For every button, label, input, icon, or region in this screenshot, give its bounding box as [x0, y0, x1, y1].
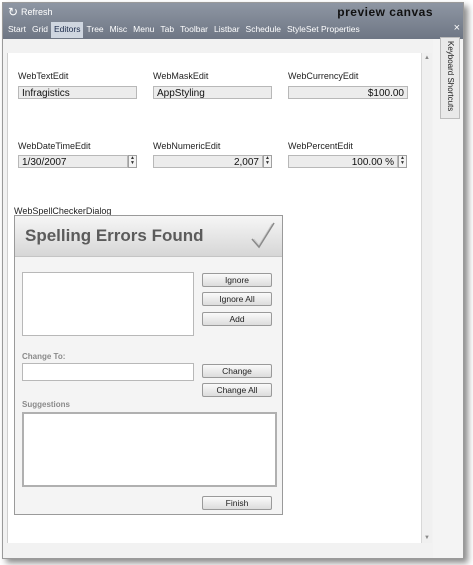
menu-item-start[interactable]: Start [5, 22, 29, 38]
ignore-button[interactable]: Ignore [202, 273, 272, 287]
numeric-edit-label: WebNumericEdit [153, 141, 221, 151]
dialog-header: Spelling Errors Found [15, 216, 282, 257]
side-tab-label: Keyboard Shortcuts [446, 41, 455, 112]
content-area: WebTextEdit Infragistics WebMaskEdit App… [3, 39, 433, 558]
mask-edit-input[interactable]: AppStyling [153, 86, 272, 99]
misspelled-text-area[interactable] [22, 272, 194, 336]
menu-item-grid[interactable]: Grid [29, 22, 51, 38]
menu-item-tree[interactable]: Tree [83, 22, 106, 38]
editor-panel: WebTextEdit Infragistics WebMaskEdit App… [7, 53, 425, 543]
currency-edit-input[interactable]: $100.00 [288, 86, 408, 99]
menu-item-schedule[interactable]: Schedule [243, 22, 284, 38]
suggestions-label: Suggestions [22, 400, 71, 409]
menu-item-toolbar[interactable]: Toolbar [177, 22, 211, 38]
ignore-all-button[interactable]: Ignore All [202, 292, 272, 306]
dialog-body: Ignore Ignore All Add Change To: Change … [15, 257, 282, 514]
datetime-edit-input[interactable]: 1/30/2007 [18, 155, 128, 168]
add-button[interactable]: Add [202, 312, 272, 326]
numeric-edit-input[interactable]: 2,007 [153, 155, 263, 168]
menu-item-tab[interactable]: Tab [157, 22, 177, 38]
dialog-title: Spelling Errors Found [25, 226, 204, 245]
currency-edit-label: WebCurrencyEdit [288, 71, 359, 81]
menu-item-editors[interactable]: Editors [51, 22, 84, 38]
datetime-edit-label: WebDateTimeEdit [18, 141, 91, 151]
keyboard-shortcuts-tab[interactable]: Keyboard Shortcuts [440, 37, 460, 119]
vertical-scrollbar[interactable]: ▲ ▼ [421, 53, 432, 543]
text-edit-input[interactable]: Infragistics [18, 86, 137, 99]
spellchecker-dialog: Spelling Errors Found Ignore Ignore All … [14, 215, 283, 515]
menu-item-styleset-properties[interactable]: StyleSet Properties [284, 22, 363, 38]
change-all-button[interactable]: Change All [202, 383, 272, 397]
checkmark-icon [251, 222, 275, 249]
mask-edit-label: WebMaskEdit [153, 71, 209, 81]
menu-item-listbar[interactable]: Listbar [211, 22, 243, 38]
scroll-up-icon[interactable]: ▲ [423, 54, 431, 62]
preview-window: ↻ Refresh preview canvas Start Grid Edit… [2, 2, 464, 559]
menu-bar: Start Grid Editors Tree Misc Menu Tab To… [5, 22, 363, 38]
finish-button[interactable]: Finish [202, 496, 272, 510]
change-to-input[interactable] [22, 363, 194, 381]
change-to-label: Change To: [22, 352, 66, 361]
close-icon[interactable]: × [454, 22, 460, 34]
top-bar: ↻ Refresh preview canvas Start Grid Edit… [3, 3, 463, 39]
canvas-title: preview canvas [337, 5, 433, 19]
percent-edit-label: WebPercentEdit [288, 141, 353, 151]
datetime-spin-button[interactable]: ▲ ▼ [128, 155, 137, 168]
text-edit-label: WebTextEdit [18, 71, 69, 81]
scroll-down-icon[interactable]: ▼ [423, 534, 431, 542]
refresh-icon[interactable]: ↻ [8, 6, 18, 18]
menu-item-menu[interactable]: Menu [130, 22, 157, 38]
menu-item-misc[interactable]: Misc [107, 22, 130, 38]
refresh-button[interactable]: Refresh [21, 7, 53, 17]
suggestions-list[interactable] [22, 412, 277, 487]
numeric-spin-button[interactable]: ▲ ▼ [263, 155, 272, 168]
percent-spin-button[interactable]: ▲ ▼ [398, 155, 407, 168]
percent-edit-input[interactable]: 100.00 % [288, 155, 398, 168]
change-button[interactable]: Change [202, 364, 272, 378]
